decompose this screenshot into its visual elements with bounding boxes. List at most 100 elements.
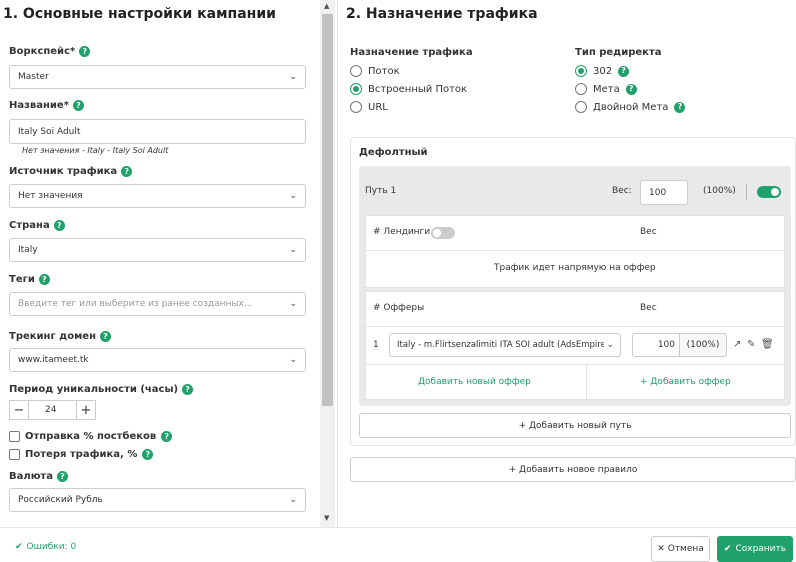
- rule-title: Дефолтный: [359, 147, 428, 158]
- external-link-icon[interactable]: ↗: [733, 339, 741, 350]
- radio-icon[interactable]: [350, 101, 362, 113]
- help-icon[interactable]: ?: [142, 449, 154, 460]
- offer-percent: (100%): [679, 333, 727, 357]
- add-offer-link[interactable]: + Добавить оффер: [640, 377, 731, 387]
- path-percent: (100%): [703, 186, 736, 196]
- scroll-up-arrow-icon[interactable]: ▲: [324, 3, 329, 10]
- chevron-down-icon: ⌄: [289, 72, 297, 82]
- workspace-label: Воркспейс*?: [9, 46, 91, 57]
- chevron-down-icon: ⌄: [289, 299, 297, 309]
- scrollbar-thumb[interactable]: [322, 14, 333, 406]
- cancel-button[interactable]: ✕ Отмена: [651, 536, 710, 562]
- path-name: Путь 1: [365, 186, 397, 196]
- landings-toggle[interactable]: [431, 227, 455, 239]
- chevron-down-icon: ⌄: [289, 495, 297, 505]
- landings-header: # Лендинги: [373, 227, 431, 237]
- chevron-down-icon: ⌄: [289, 355, 297, 365]
- radio-icon[interactable]: [350, 65, 362, 77]
- divider: [366, 364, 784, 365]
- workspace-select[interactable]: Master ⌄: [9, 65, 306, 89]
- path-enabled-toggle[interactable]: [757, 186, 781, 198]
- uniqueness-stepper: − 24 +: [9, 400, 96, 420]
- scrollbar[interactable]: ▲ ▼: [320, 0, 335, 527]
- decrement-button[interactable]: −: [9, 400, 29, 420]
- help-icon[interactable]: ?: [674, 101, 686, 113]
- trash-icon[interactable]: 🗑: [761, 339, 774, 350]
- path-weight-label: Вес:: [612, 186, 632, 196]
- help-icon[interactable]: ?: [182, 384, 194, 395]
- divider: [366, 250, 784, 251]
- offer-select[interactable]: Italy - m.Flirtsenzalimiti ITA SOI adult…: [389, 333, 621, 357]
- landings-panel: [365, 215, 785, 288]
- offers-header: # Офферы: [373, 303, 425, 313]
- help-icon[interactable]: ?: [56, 471, 68, 482]
- check-icon: ✔: [723, 544, 732, 554]
- edit-pencil-icon[interactable]: ✎: [747, 339, 755, 350]
- radio-url[interactable]: URL: [350, 101, 388, 113]
- toggle-knob: [771, 188, 779, 196]
- name-hint: Нет значения - Italy - Italy Soi Adult: [22, 146, 169, 155]
- help-icon[interactable]: ?: [99, 331, 111, 342]
- chevron-down-icon: ⌄: [604, 340, 614, 350]
- currency-select[interactable]: Российский Рубль ⌄: [9, 488, 306, 512]
- save-button[interactable]: ✔ Сохранить: [717, 536, 793, 562]
- radio-stream[interactable]: Поток: [350, 65, 400, 77]
- uniqueness-label: Период уникальности (часы)?: [9, 384, 194, 395]
- radio-302[interactable]: 302?: [575, 65, 630, 77]
- help-icon[interactable]: ?: [79, 46, 91, 57]
- tags-select[interactable]: Введите тег или выберите из ранее создан…: [9, 292, 306, 316]
- help-icon[interactable]: ?: [53, 220, 65, 231]
- offers-weight-header: Вес: [640, 303, 657, 313]
- close-icon: ✕: [657, 544, 665, 554]
- increment-button[interactable]: +: [76, 400, 96, 420]
- source-select[interactable]: Нет значения ⌄: [9, 184, 306, 208]
- radio-icon[interactable]: [575, 83, 587, 95]
- radio-meta[interactable]: Мета?: [575, 83, 637, 95]
- currency-label: Валюта?: [9, 471, 68, 482]
- offer-weight-input[interactable]: 100: [632, 333, 680, 357]
- footer-divider: [0, 527, 796, 528]
- help-icon[interactable]: ?: [72, 100, 84, 111]
- help-icon[interactable]: ?: [161, 431, 173, 442]
- checkbox-box[interactable]: [9, 449, 20, 460]
- check-icon: ✔: [15, 542, 23, 552]
- offer-row-index: 1: [373, 340, 379, 350]
- divider: [746, 184, 747, 200]
- campaign-settings-panel: 1. Основные настройки кампании Воркспейс…: [0, 0, 320, 527]
- destination-label: Назначение трафика: [350, 47, 473, 58]
- uniqueness-input[interactable]: 24: [29, 400, 76, 420]
- help-icon[interactable]: ?: [618, 65, 630, 77]
- add-new-offer-link[interactable]: Добавить новый оффер: [418, 377, 531, 387]
- help-icon[interactable]: ?: [38, 274, 50, 285]
- chevron-down-icon: ⌄: [289, 245, 297, 255]
- section-title: 2. Назначение трафика: [346, 6, 538, 22]
- radio-selected-icon[interactable]: [575, 65, 587, 77]
- radio-built-in-stream[interactable]: Встроенный Поток: [350, 83, 467, 95]
- help-icon[interactable]: ?: [121, 166, 133, 177]
- direct-to-offer-text: Трафик идет напрямую на оффер: [494, 263, 656, 273]
- domain-label: Трекинг домен?: [9, 331, 111, 342]
- chevron-down-icon: ⌄: [289, 191, 297, 201]
- radio-selected-icon[interactable]: [350, 83, 362, 95]
- divider: [366, 326, 784, 327]
- path-weight-input[interactable]: 100: [640, 180, 688, 205]
- domain-select[interactable]: www.itameet.tk ⌄: [9, 348, 306, 372]
- checkbox-box[interactable]: [9, 431, 20, 442]
- country-select[interactable]: Italy ⌄: [9, 238, 306, 262]
- tags-label: Теги?: [9, 274, 50, 285]
- add-path-button[interactable]: + Добавить новый путь: [359, 413, 791, 438]
- radio-double-meta[interactable]: Двойной Мета?: [575, 101, 686, 113]
- add-rule-button[interactable]: + Добавить новое правило: [350, 457, 796, 482]
- help-icon[interactable]: ?: [625, 83, 637, 95]
- name-input[interactable]: Italy Soi Adult: [9, 119, 306, 144]
- radio-icon[interactable]: [575, 101, 587, 113]
- divider: [586, 364, 587, 399]
- scroll-down-arrow-icon[interactable]: ▼: [324, 515, 329, 522]
- toggle-knob: [433, 229, 441, 237]
- country-label: Страна?: [9, 220, 65, 231]
- landings-weight-header: Вес: [640, 227, 657, 237]
- postbacks-checkbox[interactable]: Отправка % постбеков?: [9, 431, 173, 442]
- source-label: Источник трафика?: [9, 166, 133, 177]
- errors-status[interactable]: ✔ Ошибки: 0: [15, 542, 76, 552]
- loss-checkbox[interactable]: Потеря трафика, %?: [9, 449, 154, 460]
